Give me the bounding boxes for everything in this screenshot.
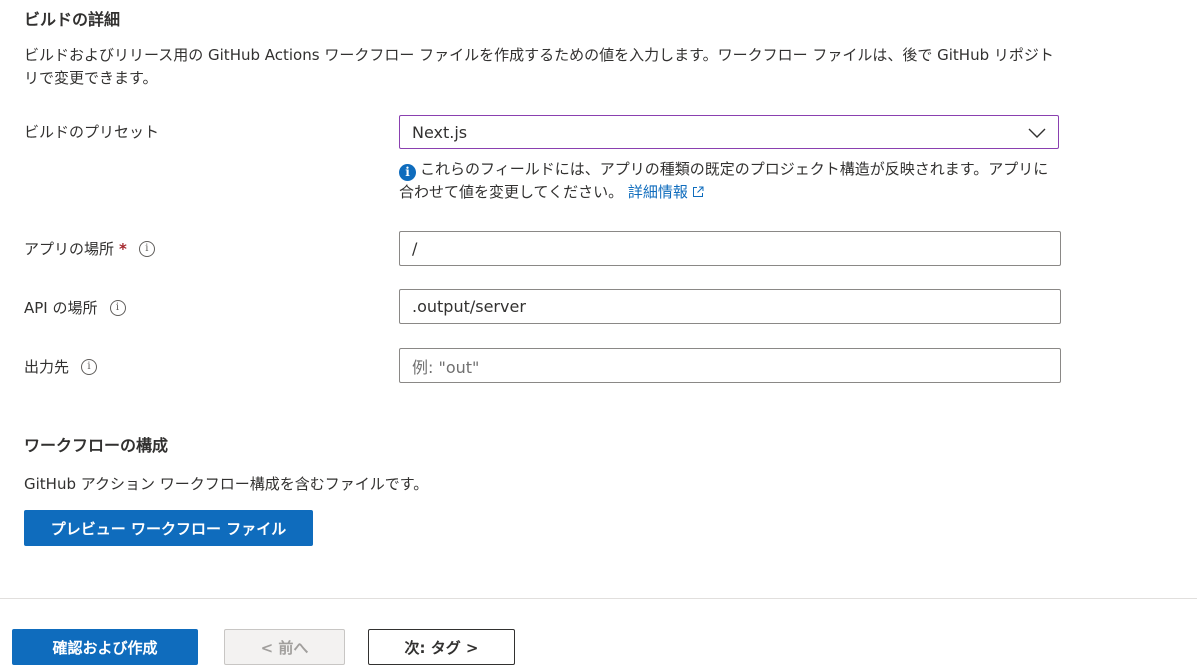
build-details-title: ビルドの詳細	[24, 10, 121, 29]
footer-divider	[0, 598, 1197, 599]
info-icon[interactable]: i	[109, 299, 126, 316]
info-icon[interactable]: i	[138, 240, 155, 257]
learn-more-link[interactable]: 詳細情報	[628, 183, 704, 201]
app-location-value: /	[412, 239, 418, 258]
preset-label: ビルドのプリセット	[24, 121, 159, 142]
api-location-input[interactable]: .output/server	[399, 289, 1061, 324]
output-location-input[interactable]: 例: "out"	[399, 348, 1061, 383]
build-details-description: ビルドおよびリリース用の GitHub Actions ワークフロー ファイルを…	[24, 46, 1054, 87]
preset-dropdown[interactable]: Next.js	[399, 115, 1059, 149]
next-label: 次: タグ >	[404, 638, 479, 657]
preview-workflow-label: プレビュー ワークフロー ファイル	[50, 519, 287, 538]
next-button[interactable]: 次: タグ >	[368, 629, 515, 665]
chevron-down-icon	[1028, 128, 1046, 138]
api-location-value: .output/server	[412, 297, 526, 316]
preset-label-text: ビルドのプリセット	[24, 123, 160, 141]
info-filled-icon: i	[399, 164, 416, 181]
preview-workflow-button[interactable]: プレビュー ワークフロー ファイル	[24, 510, 313, 546]
preset-value: Next.js	[412, 122, 468, 142]
output-location-label: 出力先 i	[24, 356, 98, 377]
preset-hint-text: これらのフィールドには、アプリの種類の既定のプロジェクト構造が反映されます。アプ…	[399, 160, 1049, 201]
previous-label: < 前へ	[260, 638, 309, 657]
api-location-label: API の場所 i	[24, 297, 126, 318]
info-icon[interactable]: i	[81, 358, 98, 375]
previous-button[interactable]: < 前へ	[224, 629, 345, 665]
app-location-input[interactable]: /	[399, 231, 1061, 266]
external-link-icon	[692, 186, 704, 197]
required-marker: *	[119, 239, 127, 258]
app-location-label-text: アプリの場所	[24, 240, 115, 258]
review-create-button[interactable]: 確認および作成	[12, 629, 198, 665]
output-location-label-text: 出力先	[24, 358, 70, 376]
workflow-description: GitHub アクション ワークフロー構成を含むファイルです。	[24, 475, 429, 493]
output-location-placeholder: 例: "out"	[412, 357, 480, 377]
app-location-label: アプリの場所 * i	[24, 238, 155, 259]
build-details-page: ビルドの詳細 ビルドおよびリリース用の GitHub Actions ワークフロ…	[0, 0, 1197, 670]
api-location-label-text: API の場所	[24, 299, 98, 317]
review-create-label: 確認および作成	[52, 638, 158, 657]
learn-more-text: 詳細情報	[627, 183, 688, 201]
workflow-title: ワークフローの構成	[24, 436, 169, 455]
preset-hint: i これらのフィールドには、アプリの種類の既定のプロジェクト構造が反映されます。ア…	[399, 158, 1059, 204]
